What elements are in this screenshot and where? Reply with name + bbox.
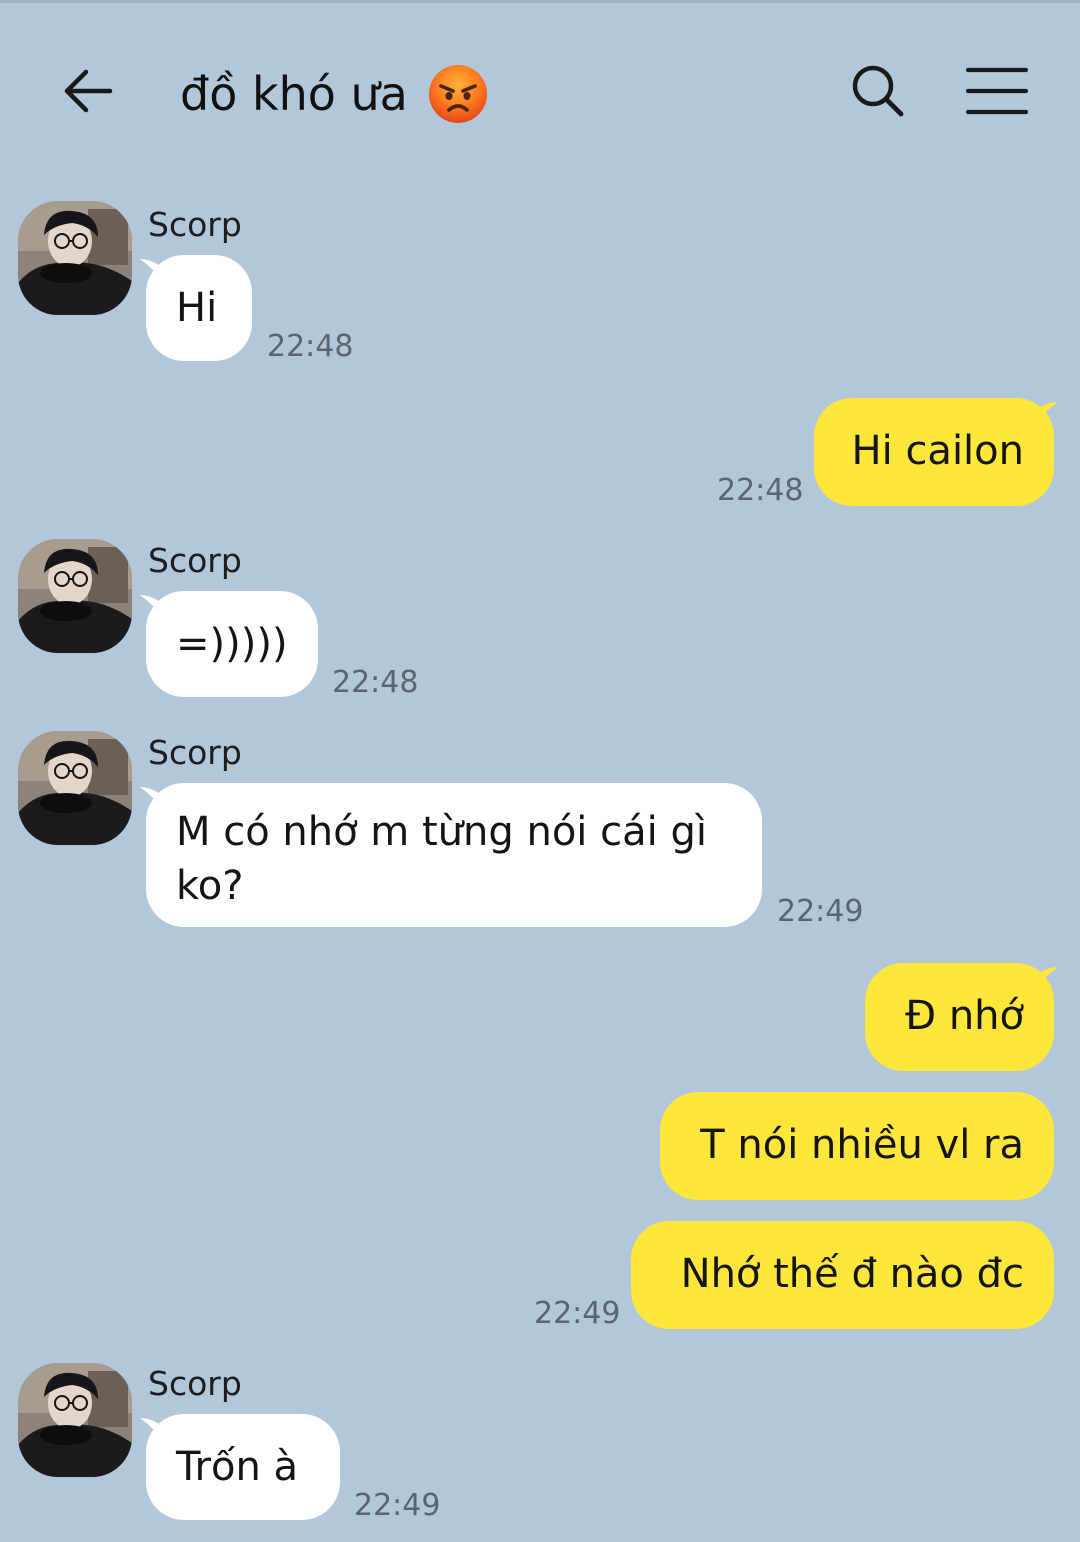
outgoing-message-bubble[interactable]: Nhớ thế đ nào đc (631, 1221, 1054, 1329)
angry-face-emoji-icon (428, 64, 488, 124)
sender-avatar[interactable] (18, 201, 132, 315)
search-icon[interactable] (848, 61, 908, 121)
outgoing-message-bubble[interactable]: T nói nhiều vl ra (660, 1092, 1054, 1200)
incoming-message-bubble[interactable]: Hi (146, 255, 252, 361)
message-text-line: ko? (176, 863, 244, 909)
chat-header: đồ khó ưa (0, 3, 1080, 183)
message-text: T nói nhiều vl ra (700, 1122, 1024, 1168)
sender-avatar[interactable] (18, 1363, 132, 1477)
chat-title: đồ khó ưa (180, 59, 488, 129)
message-text: Đ nhớ (905, 993, 1024, 1039)
sender-name: Scorp (148, 205, 242, 244)
sender-name: Scorp (148, 733, 242, 772)
sender-name: Scorp (148, 541, 242, 580)
message-text: Nhớ thế đ nào đc (680, 1251, 1024, 1297)
message-text: =))))) (176, 621, 288, 667)
sender-avatar[interactable] (18, 731, 132, 845)
message-time: 22:48 (717, 473, 804, 508)
message-text-line: M có nhớ m từng nói cái gì (176, 809, 707, 855)
message-text: Hi (176, 285, 218, 331)
outgoing-message-bubble[interactable]: Hi cailon (814, 398, 1054, 506)
message-text: Hi cailon (851, 428, 1024, 474)
sender-avatar[interactable] (18, 539, 132, 653)
chat-screen: đồ khó ưa Scorp Hi 22:48 Hi cailon 22:48… (0, 0, 1080, 1542)
outgoing-message-bubble[interactable]: Đ nhớ (865, 963, 1054, 1071)
back-arrow-icon[interactable] (60, 63, 116, 119)
message-time: 22:49 (777, 894, 864, 929)
chat-title-text: đồ khó ưa (180, 67, 408, 121)
message-time: 22:48 (332, 665, 419, 700)
sender-name: Scorp (148, 1364, 242, 1403)
incoming-message-bubble[interactable]: =))))) (146, 591, 318, 697)
message-time: 22:48 (267, 329, 354, 364)
message-time: 22:49 (534, 1296, 621, 1331)
message-time: 22:49 (354, 1488, 441, 1523)
incoming-message-bubble[interactable]: M có nhớ m từng nói cái gì ko? (146, 783, 762, 927)
message-text: Trốn à (176, 1444, 299, 1490)
hamburger-menu-icon[interactable] (965, 65, 1029, 117)
incoming-message-bubble[interactable]: Trốn à (146, 1414, 340, 1520)
